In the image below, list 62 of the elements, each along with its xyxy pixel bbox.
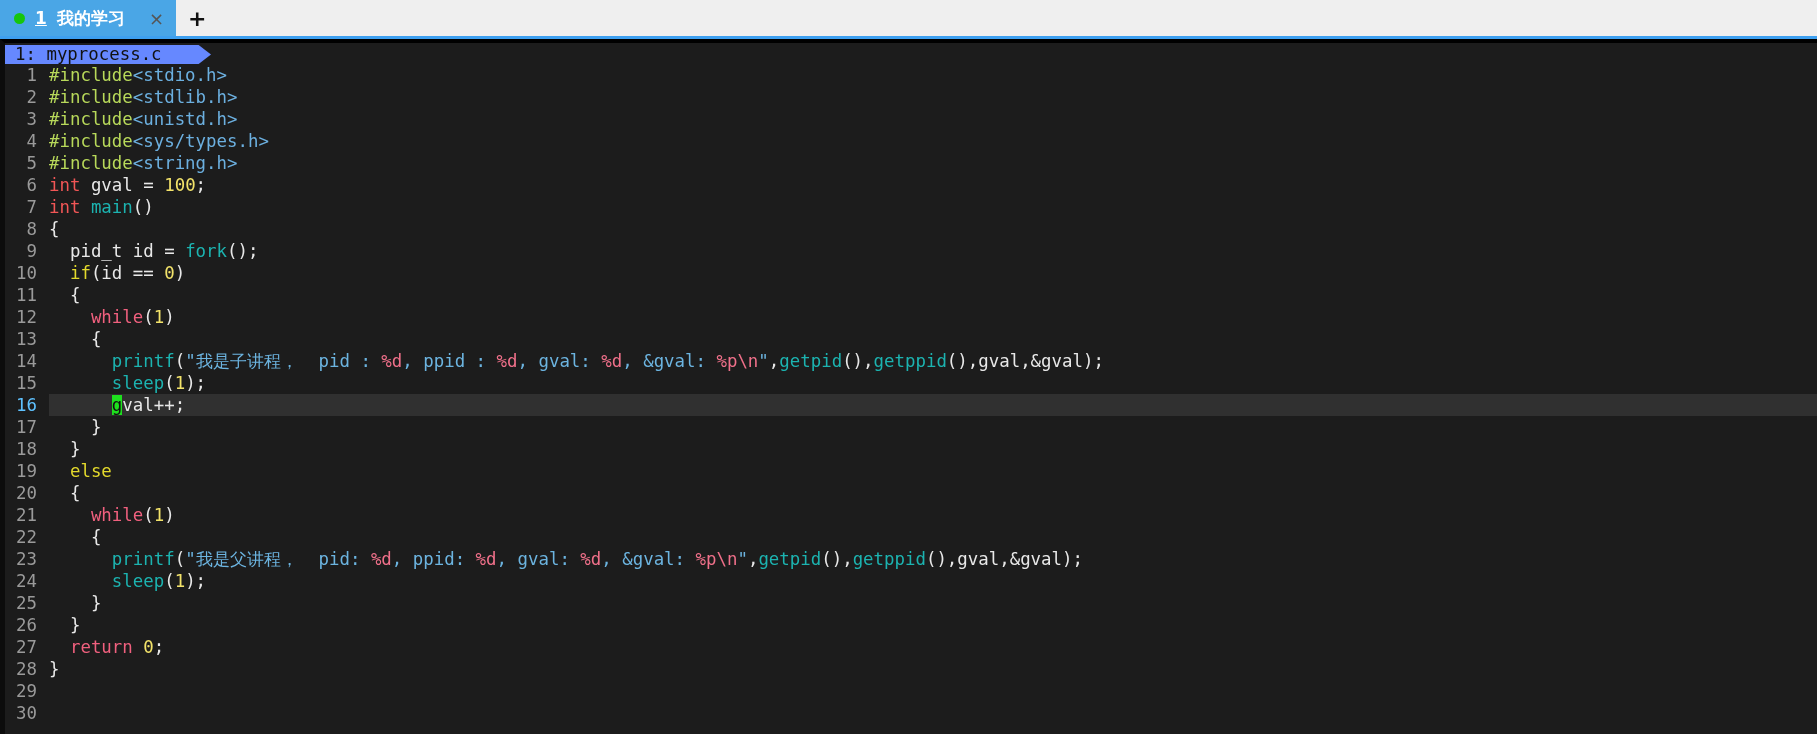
line-number: 3 — [25, 108, 38, 130]
code-line: } — [68, 614, 82, 636]
code-line: int gval = 100; — [49, 174, 208, 196]
line-number: 29 — [15, 680, 38, 702]
code-line: { — [89, 526, 103, 548]
line-number: 27 — [15, 636, 38, 658]
line-number: 11 — [15, 284, 38, 306]
code-line: else — [68, 460, 113, 482]
code-line: } — [89, 592, 103, 614]
line-number: 28 — [15, 658, 38, 680]
line-number: 5 — [25, 152, 38, 174]
line-number: 21 — [15, 504, 38, 526]
line-number: 8 — [25, 218, 38, 240]
line-number: 16 — [15, 394, 38, 416]
line-number: 26 — [15, 614, 38, 636]
new-tab-button[interactable]: + — [176, 0, 219, 36]
buffer-tab[interactable]: 1: myprocess.c — [5, 45, 211, 64]
code-line: #include<stdlib.h> — [49, 86, 239, 108]
line-number: 14 — [15, 350, 38, 372]
tab-title: 我的学习 — [56, 6, 125, 30]
code-line: #include<stdio.h> — [49, 64, 228, 86]
line-number: 6 — [25, 174, 38, 196]
line-number: 15 — [15, 372, 38, 394]
code-line: { — [68, 284, 82, 306]
code-line: while(1) — [89, 504, 176, 526]
code-line: while(1) — [89, 306, 176, 328]
code-line: { — [68, 482, 82, 504]
code-line: return 0; — [68, 636, 166, 658]
line-number: 7 — [25, 196, 38, 218]
line-number: 18 — [15, 438, 38, 460]
code-line: { — [89, 328, 103, 350]
code-line: { — [49, 218, 61, 240]
code-line: #include<sys/types.h> — [49, 130, 270, 152]
code-line: pid_t id = fork(); — [68, 240, 260, 262]
line-number: 4 — [25, 130, 38, 152]
code-line: } — [68, 438, 82, 460]
tab-number: 1 — [35, 8, 47, 28]
line-number: 24 — [15, 570, 38, 592]
code-line: } — [89, 416, 103, 438]
code-line: #include<string.h> — [49, 152, 239, 174]
status-dot-icon — [14, 12, 25, 24]
line-number: 13 — [15, 328, 38, 350]
code-line: sleep(1); — [110, 372, 208, 394]
line-number: 9 — [25, 240, 38, 262]
code-line: } — [49, 658, 61, 680]
line-number: 22 — [15, 526, 38, 548]
line-number: 17 — [15, 416, 38, 438]
line-number: 2 — [25, 86, 38, 108]
line-number: 19 — [15, 460, 38, 482]
line-number: 30 — [15, 702, 38, 724]
code-line: int main() — [49, 196, 155, 218]
code-line: sleep(1); — [110, 570, 208, 592]
line-number: 25 — [15, 592, 38, 614]
code-line: printf("我是子讲程， pid : %d, ppid : %d, gval: %d, &gval: %p\n",getpid(),getppid(),gval,&gval); — [110, 350, 1105, 372]
code-line: if(id == 0) — [68, 262, 187, 284]
line-number: 10 — [15, 262, 38, 284]
line-number: 20 — [15, 482, 38, 504]
line-number: 12 — [15, 306, 38, 328]
code-line: #include<unistd.h> — [49, 108, 239, 130]
line-number: 1 — [25, 64, 38, 86]
line-number: 23 — [15, 548, 38, 570]
code-line: printf("我是父讲程， pid: %d, ppid: %d, gval: %d, &gval: %p\n",getpid(),getppid(),gval,&gval); — [110, 548, 1084, 570]
